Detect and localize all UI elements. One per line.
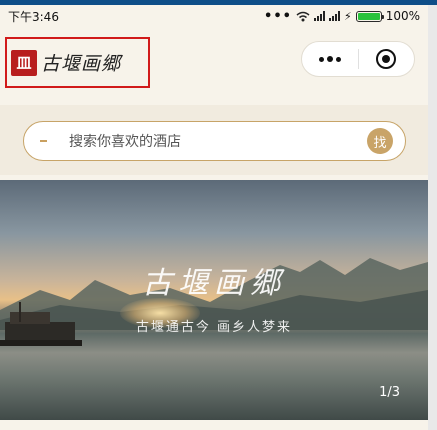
search-input[interactable]: 搜索你喜欢的酒店 找 bbox=[23, 121, 406, 161]
wifi-icon bbox=[296, 11, 310, 21]
logo-text: 古堰画郷 bbox=[41, 53, 122, 75]
status-icons: ••• ⚡ 100% bbox=[264, 9, 420, 24]
close-target-icon bbox=[376, 49, 397, 69]
search-section: 搜索你喜欢的酒店 找 bbox=[0, 105, 428, 175]
search-placeholder: 搜索你喜欢的酒店 bbox=[69, 134, 181, 150]
hero-banner[interactable]: 古堰画郷 古堰通古今 画乡人梦来 1/3 bbox=[0, 180, 428, 420]
status-bar: 下午3:46 ••• ⚡ 100% bbox=[0, 5, 428, 27]
banner-title: 古堰画郷 bbox=[142, 266, 286, 301]
banner-slogan: 古堰通古今 画乡人梦来 bbox=[135, 320, 293, 335]
more-button[interactable] bbox=[302, 42, 358, 76]
status-time: 下午3:46 bbox=[8, 9, 59, 24]
signal-icon bbox=[313, 11, 325, 21]
mini-program-capsule bbox=[301, 41, 415, 77]
brand-logo[interactable]: 皿 古堰画郷 bbox=[5, 37, 150, 88]
more-dots-icon bbox=[318, 56, 341, 62]
battery-icon bbox=[355, 10, 384, 22]
logo-mark-icon: 皿 bbox=[11, 49, 37, 76]
app-header: 皿 古堰画郷 bbox=[0, 27, 428, 97]
dots-icon: ••• bbox=[264, 8, 292, 24]
banner-pager: 1/3 bbox=[379, 385, 400, 400]
battery-percent: 100% bbox=[385, 9, 420, 23]
search-dash-icon bbox=[40, 140, 47, 142]
signal-icon bbox=[328, 11, 340, 21]
phone-screen: 下午3:46 ••• ⚡ 100% 皿 古堰画郷 搜索你喜欢的酒店 找 古堰画郷… bbox=[0, 5, 428, 430]
close-button[interactable] bbox=[359, 42, 415, 76]
charging-icon: ⚡ bbox=[343, 9, 352, 23]
search-button[interactable]: 找 bbox=[367, 128, 393, 154]
battery-fill bbox=[357, 12, 380, 20]
